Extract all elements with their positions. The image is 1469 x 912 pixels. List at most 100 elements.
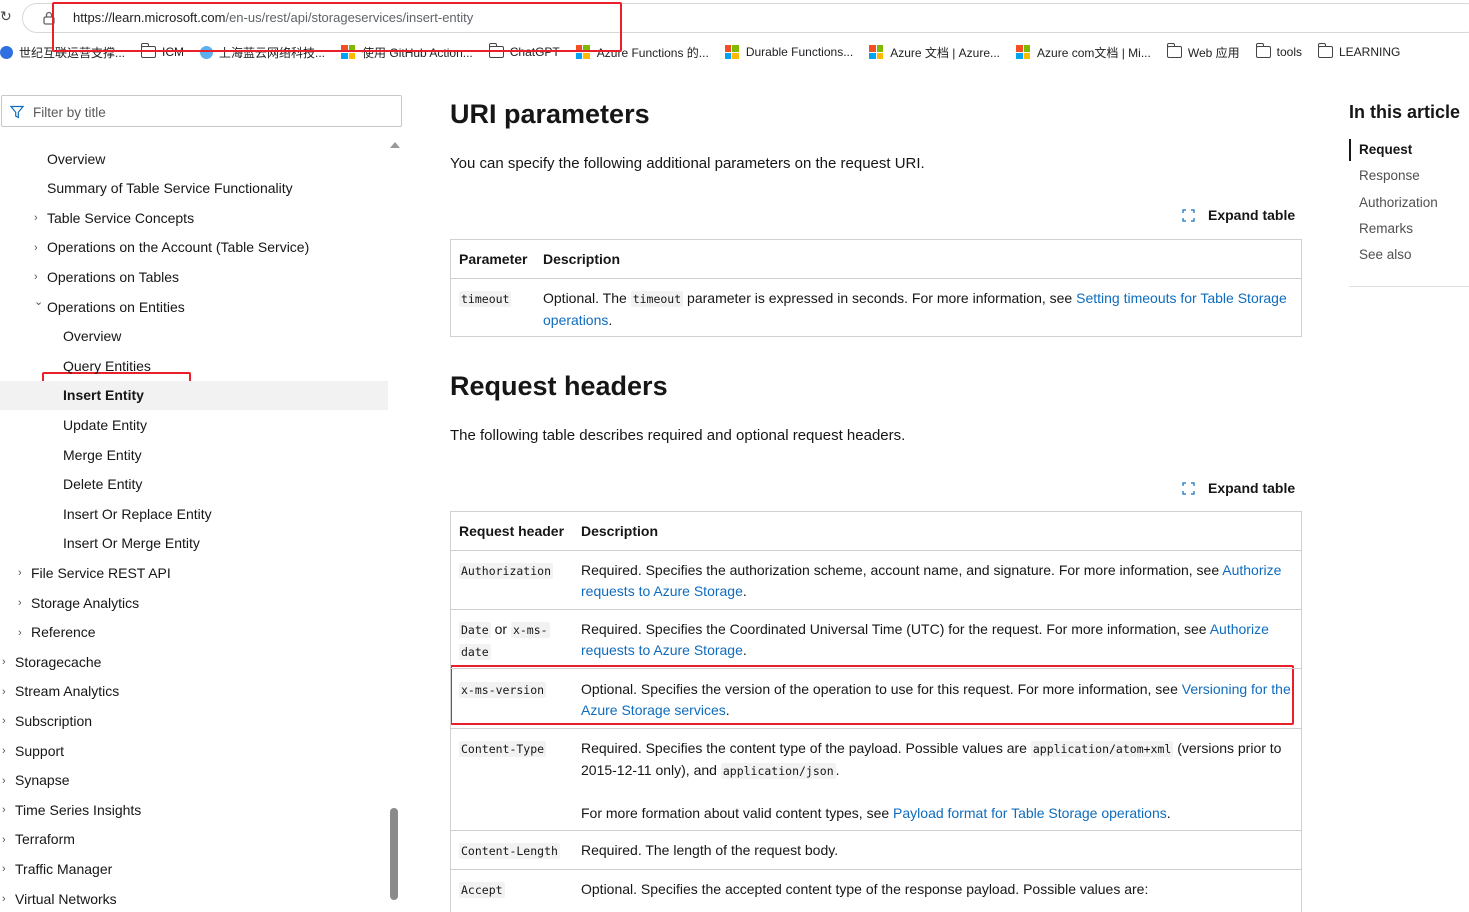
bookmark-item[interactable]: tools: [1255, 43, 1302, 59]
bookmark-item[interactable]: Azure Functions 的...: [575, 44, 709, 61]
nav-item[interactable]: ⌄ Operations on Entities: [0, 292, 388, 321]
scroll-up-arrow-icon[interactable]: [390, 142, 400, 148]
chevron-right-icon[interactable]: ›: [2, 686, 12, 697]
expand-table-button-2[interactable]: Expand table: [1182, 480, 1295, 496]
bookmark-item[interactable]: 上海蓝云网络科技...: [200, 44, 325, 61]
nav-item[interactable]: Query Entities: [0, 351, 388, 380]
toc-item[interactable]: Remarks: [1359, 221, 1413, 236]
bookmark-label: ICM: [162, 45, 185, 59]
setting-timeouts-link-2[interactable]: operations: [543, 312, 608, 328]
chevron-right-icon[interactable]: ›: [2, 805, 12, 816]
authorize-link[interactable]: Authorize: [1210, 621, 1269, 637]
toc-item[interactable]: Request: [1359, 142, 1412, 157]
nav-item[interactable]: › Operations on the Account (Table Servic…: [0, 233, 388, 262]
bookmark-item[interactable]: 使用 GitHub Action...: [341, 44, 473, 61]
table-row: Content-Length Required. The length of t…: [451, 830, 1301, 869]
nav-item[interactable]: › Storage Analytics: [0, 588, 388, 617]
nav-item[interactable]: › Reference: [0, 618, 388, 647]
nav-scrollbar[interactable]: [388, 140, 400, 910]
chevron-right-icon[interactable]: ›: [34, 213, 44, 224]
nav-item-label: Insert Or Merge Entity: [63, 535, 200, 552]
chevron-right-icon[interactable]: ›: [2, 775, 12, 786]
toc-item[interactable]: Authorization: [1359, 195, 1438, 210]
nav-item[interactable]: › Terraform: [0, 825, 388, 854]
nav-item[interactable]: Merge Entity: [0, 440, 388, 469]
url-field[interactable]: https://learn.microsoft.com/en-us/rest/a…: [22, 3, 1469, 33]
site-info-icon[interactable]: [43, 11, 55, 25]
versioning-link-2[interactable]: Azure Storage services: [581, 702, 726, 718]
nav-item[interactable]: Update Entity: [0, 410, 388, 439]
bookmark-item[interactable]: Azure com文档 | Mi...: [1016, 44, 1151, 61]
toc-item[interactable]: Response: [1359, 168, 1420, 183]
nav-item-label: Operations on the Account (Table Service…: [47, 239, 310, 256]
header-description: Required. Specifies the authorization sc…: [581, 562, 1282, 599]
nav-item[interactable]: › Time Series Insights: [0, 795, 388, 824]
bookmark-item[interactable]: Web 应用: [1166, 43, 1240, 61]
setting-timeouts-link[interactable]: Setting timeouts for Table Storage: [1076, 290, 1287, 306]
nav-item[interactable]: › Storagecache: [0, 647, 388, 676]
nav-item-label: Stream Analytics: [15, 683, 120, 700]
bookmark-label: tools: [1276, 45, 1302, 59]
nav-item[interactable]: Insert Entity: [0, 380, 388, 410]
chevron-right-icon[interactable]: ›: [18, 598, 28, 609]
payload-format-link[interactable]: Payload format for Table Storage operati…: [893, 805, 1167, 821]
nav-item[interactable]: Insert Or Merge Entity: [0, 529, 388, 558]
folder-icon: [1166, 43, 1182, 58]
microsoft-logo-icon: [575, 45, 590, 59]
nav-item[interactable]: › Virtual Networks: [0, 884, 388, 912]
header-name: Authorization: [459, 563, 554, 579]
nav-item[interactable]: Summary of Table Service Functionality: [0, 174, 388, 203]
bookmark-item[interactable]: ChatGPT: [488, 43, 560, 59]
nav-item[interactable]: › Stream Analytics: [0, 677, 388, 706]
nav-scroll-thumb[interactable]: [390, 808, 398, 900]
chevron-right-icon[interactable]: ›: [34, 242, 44, 253]
uri-parameters-heading: URI parameters: [450, 99, 650, 129]
header-name: Date or x-ms-date: [459, 621, 550, 660]
bookmark-item[interactable]: Durable Functions...: [724, 45, 854, 59]
nav-item[interactable]: › Operations on Tables: [0, 262, 388, 291]
nav-item[interactable]: Overview: [0, 144, 388, 173]
toc-item[interactable]: See also: [1359, 247, 1412, 262]
versioning-link[interactable]: Versioning for the: [1182, 681, 1291, 697]
request-headers-heading: Request headers: [450, 371, 668, 401]
nav-item-label: Table Service Concepts: [47, 209, 195, 226]
chevron-right-icon[interactable]: ›: [2, 834, 12, 845]
header-name: Content-Length: [459, 843, 560, 859]
nav-item-label: Virtual Networks: [15, 890, 117, 907]
nav-item[interactable]: › Traffic Manager: [0, 854, 388, 883]
edge-icon: [200, 45, 214, 59]
chevron-right-icon[interactable]: ›: [2, 657, 12, 668]
expand-table-button-1[interactable]: Expand table: [1182, 207, 1295, 223]
chevron-right-icon[interactable]: ›: [2, 864, 12, 875]
nav-item[interactable]: › Support: [0, 736, 388, 765]
chevron-right-icon[interactable]: ›: [2, 894, 12, 905]
bookmark-item[interactable]: ICM: [141, 43, 185, 59]
uri-parameters-text: You can specify the following additional…: [450, 155, 925, 172]
nav-item[interactable]: Insert Or Replace Entity: [0, 499, 388, 528]
nav-item[interactable]: › File Service REST API: [0, 558, 388, 587]
nav-item[interactable]: Delete Entity: [0, 470, 388, 499]
bookmark-label: Azure 文档 | Azure...: [890, 45, 1001, 60]
table-row: Accept Optional. Specifies the accepted …: [451, 869, 1301, 912]
nav-item[interactable]: › Subscription: [0, 706, 388, 735]
authorize-link-2[interactable]: requests to Azure Storage: [581, 583, 743, 599]
bookmark-item[interactable]: Azure 文档 | Azure...: [869, 44, 1000, 61]
bookmark-item[interactable]: 世纪互联运营支撑...: [0, 44, 125, 61]
chevron-down-icon[interactable]: ⌄: [34, 297, 44, 308]
reload-icon[interactable]: ↻: [0, 8, 12, 25]
filter-input[interactable]: [33, 102, 393, 122]
authorize-link[interactable]: Authorize: [1222, 562, 1281, 578]
bookmark-label: Durable Functions...: [745, 45, 854, 59]
chevron-right-icon[interactable]: ›: [18, 627, 28, 638]
authorize-link-2[interactable]: requests to Azure Storage: [581, 642, 743, 658]
chevron-right-icon[interactable]: ›: [18, 568, 28, 579]
bookmark-item[interactable]: LEARNING: [1318, 43, 1400, 59]
nav-item[interactable]: Overview: [0, 322, 388, 351]
chevron-right-icon[interactable]: ›: [2, 746, 12, 757]
nav-item[interactable]: › Table Service Concepts: [0, 203, 388, 232]
nav-item-label: Insert Entity: [63, 387, 144, 404]
chevron-right-icon[interactable]: ›: [34, 272, 44, 283]
chevron-right-icon[interactable]: ›: [2, 716, 12, 727]
nav-item[interactable]: › Synapse: [0, 766, 388, 795]
nav-item-label: Merge Entity: [63, 446, 142, 463]
